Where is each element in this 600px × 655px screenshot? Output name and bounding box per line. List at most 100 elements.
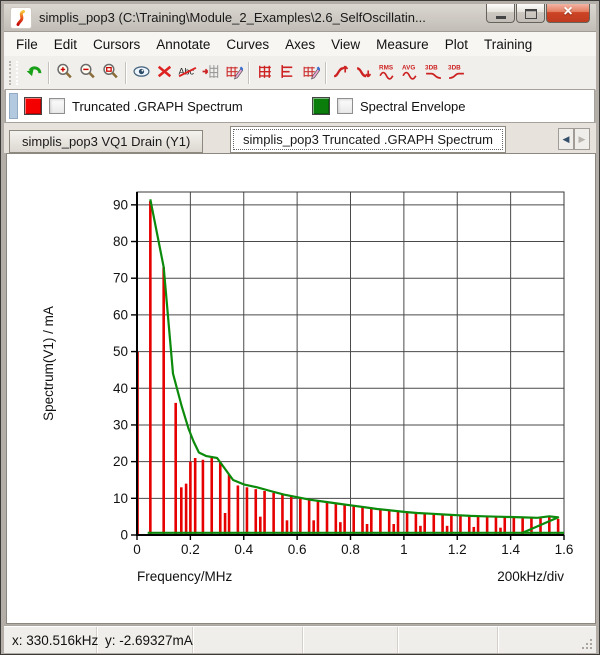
move-curve-up-button[interactable] (330, 61, 353, 84)
tab-scroll-right-button[interactable]: ▶ (574, 128, 590, 150)
toolbar: Abc RMS AVG 3DB 3DB (4, 56, 596, 90)
menu-item-plot[interactable]: Plot (437, 34, 476, 55)
zoom-rect-icon (101, 62, 120, 84)
move-curve-up-icon (332, 62, 351, 84)
svg-text:AVG: AVG (402, 64, 415, 71)
tab-truncated-graph-spectrum[interactable]: simplis_pop3 Truncated .GRAPH Spectrum (230, 126, 506, 153)
3db-highpass-button[interactable]: 3DB (445, 61, 468, 84)
x-tick-label: 1.2 (448, 542, 467, 557)
menu-item-file[interactable]: File (8, 34, 46, 55)
window: simplis_pop3 (C:\Training\Module_2_Examp… (0, 0, 600, 655)
add-grid-icon (255, 62, 274, 84)
toolbar-separator (48, 62, 50, 84)
x-div-label: 200kHz/div (497, 569, 564, 584)
status-cell (303, 627, 398, 653)
curve-select-strip[interactable] (9, 93, 18, 119)
edit-axis-button[interactable] (222, 61, 245, 84)
legend-color-swatch[interactable] (24, 97, 42, 115)
simplis-logo-icon (13, 10, 29, 26)
resize-grip[interactable] (581, 638, 594, 651)
edit-grid-icon (301, 62, 320, 84)
toolbar-separator (325, 62, 327, 84)
legend-label: Spectral Envelope (360, 99, 466, 114)
x-tick-label: 0.8 (341, 542, 360, 557)
move-curve-down-icon (355, 62, 374, 84)
x-tick-label: 0.2 (181, 542, 200, 557)
3db-lowpass-button[interactable]: 3DB (422, 61, 445, 84)
menu-item-curves[interactable]: Curves (218, 34, 277, 55)
show-hide-curve-button[interactable] (130, 61, 153, 84)
x-tick-label: 0 (133, 542, 141, 557)
spectrum-plot-svg[interactable]: 010203040506070809000.20.40.60.811.21.41… (7, 154, 595, 623)
legend-entry: Spectral Envelope (312, 90, 466, 122)
zoom-rect-button[interactable] (99, 61, 122, 84)
avg-measure-icon: AVG (401, 62, 420, 84)
legend-label: Truncated .GRAPH Spectrum (72, 99, 243, 114)
move-axis-icon (201, 62, 220, 84)
legend-bar: Truncated .GRAPH Spectrum Spectral Envelo… (5, 89, 595, 123)
legend-checkbox[interactable] (49, 98, 65, 114)
add-grid-button[interactable] (253, 61, 276, 84)
app-icon (10, 7, 32, 29)
window-title: simplis_pop3 (C:\Training\Module_2_Examp… (39, 10, 426, 25)
x-tick-label: 1 (400, 542, 408, 557)
left-arrow-icon: ◀ (563, 134, 570, 145)
undo-button[interactable] (22, 61, 45, 84)
avg-measure-button[interactable]: AVG (399, 61, 422, 84)
menu-item-cursors[interactable]: Cursors (85, 34, 148, 55)
tab-scroll-left-button[interactable]: ◀ (558, 128, 574, 150)
y-tick-label: 90 (113, 197, 128, 212)
delete-curve-icon (155, 62, 174, 84)
toolbar-grip[interactable] (9, 61, 18, 85)
move-curve-down-button[interactable] (353, 61, 376, 84)
delete-curve-button[interactable] (153, 61, 176, 84)
close-button[interactable]: × (546, 4, 590, 23)
y-tick-label: 50 (113, 344, 128, 359)
toolbar-separator (248, 62, 250, 84)
rms-measure-button[interactable]: RMS (376, 61, 399, 84)
menu-item-annotate[interactable]: Annotate (148, 34, 218, 55)
legend-entry: Truncated .GRAPH Spectrum (24, 90, 243, 122)
y-tick-label: 20 (113, 454, 128, 469)
status-cell (398, 627, 498, 653)
x-tick-label: 1.6 (555, 542, 574, 557)
maximize-button[interactable] (516, 4, 545, 23)
add-y-axis-icon (278, 62, 297, 84)
zoom-x-axis-button[interactable] (76, 61, 99, 84)
x-tick-label: 0.4 (234, 542, 253, 557)
legend-checkbox[interactable] (337, 98, 353, 114)
svg-text:3DB: 3DB (448, 64, 461, 71)
chart-panel[interactable]: 010203040506070809000.20.40.60.811.21.41… (6, 153, 596, 624)
rms-measure-icon: RMS (378, 62, 397, 84)
menu-item-training[interactable]: Training (476, 34, 540, 55)
svg-text:3DB: 3DB (425, 64, 438, 71)
status-cell (193, 627, 303, 653)
x-tick-label: 1.4 (501, 542, 520, 557)
add-y-axis-button[interactable] (276, 61, 299, 84)
right-arrow-icon: ▶ (579, 134, 586, 145)
delete-annotation-button[interactable]: Abc (176, 61, 199, 84)
tab-vq1-drain[interactable]: simplis_pop3 VQ1 Drain (Y1) (9, 130, 203, 153)
menu-item-edit[interactable]: Edit (46, 34, 85, 55)
svg-text:RMS: RMS (379, 64, 393, 71)
menu-item-measure[interactable]: Measure (368, 34, 437, 55)
y-tick-label: 40 (113, 381, 128, 396)
minimize-icon (496, 16, 506, 19)
minimize-button[interactable] (486, 4, 515, 23)
y-tick-label: 60 (113, 307, 128, 322)
menu-item-view[interactable]: View (323, 34, 368, 55)
menu-item-axes[interactable]: Axes (277, 34, 323, 55)
status-cursor-y: y: -2.69327mA (97, 627, 193, 653)
title-bar[interactable]: simplis_pop3 (C:\Training\Module_2_Examp… (4, 4, 596, 32)
delete-annotation-icon: Abc (178, 62, 197, 84)
show-hide-curve-icon (132, 62, 151, 84)
zoom-in-button[interactable] (53, 61, 76, 84)
zoom-x-axis-icon (78, 62, 97, 84)
edit-grid-button[interactable] (299, 61, 322, 84)
x-tick-label: 0.6 (288, 542, 307, 557)
y-tick-label: 0 (120, 528, 128, 543)
move-axis-button[interactable] (199, 61, 222, 84)
maximize-icon (525, 9, 537, 19)
legend-color-swatch[interactable] (312, 97, 330, 115)
tab-bar: ◀ ▶ simplis_pop3 VQ1 Drain (Y1) simplis_p… (4, 123, 596, 153)
